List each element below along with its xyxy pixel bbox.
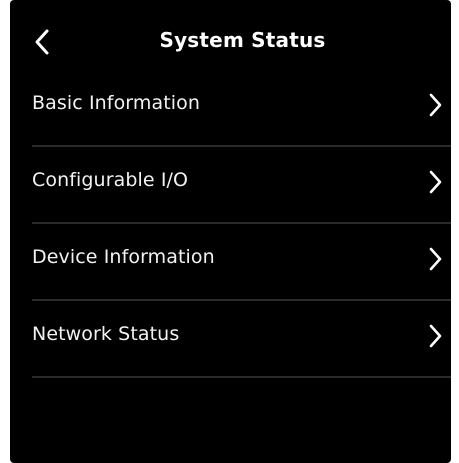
chevron-right-icon	[429, 93, 442, 117]
menu-item-label: Device Information	[32, 246, 215, 268]
header: System Status	[10, 0, 451, 78]
menu-item-label: Configurable I/O	[32, 169, 189, 191]
menu-item-network-status[interactable]: Network Status	[10, 301, 451, 378]
chevron-right-icon	[429, 247, 442, 271]
menu-item-basic-information[interactable]: Basic Information	[10, 70, 451, 147]
status-menu: Basic Information Configurable I/O Devic…	[10, 70, 451, 378]
chevron-right-icon	[429, 324, 442, 348]
divider	[32, 376, 451, 378]
menu-item-label: Basic Information	[32, 92, 201, 114]
page-title: System Status	[159, 28, 326, 52]
system-status-screen: System Status Basic Information Configur…	[10, 0, 451, 463]
menu-item-device-information[interactable]: Device Information	[10, 224, 451, 301]
chevron-right-icon	[429, 170, 442, 194]
menu-item-label: Network Status	[32, 323, 180, 345]
menu-item-configurable-io[interactable]: Configurable I/O	[10, 147, 451, 224]
